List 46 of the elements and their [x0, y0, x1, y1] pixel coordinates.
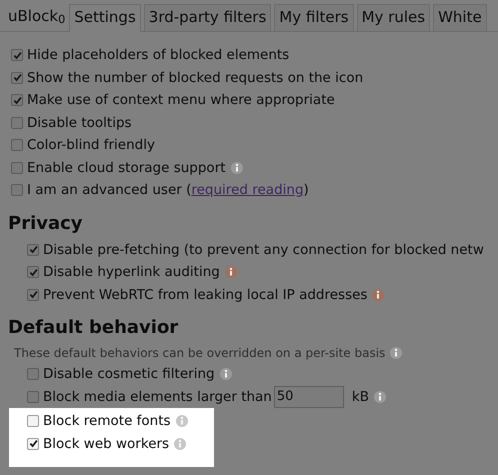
option-label: Hide placeholders of blocked elements	[27, 46, 290, 66]
option-label: Disable hyperlink auditing	[43, 263, 220, 282]
section-heading: Privacy	[8, 212, 84, 236]
tab[interactable]: My filters	[274, 4, 354, 31]
option-label: Block media elements larger than	[43, 388, 272, 407]
option-label: Block web workers	[43, 434, 170, 454]
info-icon[interactable]	[224, 266, 237, 278]
checkbox[interactable]	[11, 72, 23, 84]
option-label: Show the number of blocked requests on the icon	[27, 68, 364, 88]
tab[interactable]: White	[433, 4, 487, 31]
tab[interactable]: My rules	[356, 4, 430, 31]
checkbox[interactable]	[27, 266, 39, 278]
option-label: Enable cloud storage support	[27, 158, 226, 178]
checkbox[interactable]	[27, 438, 39, 450]
checkbox[interactable]	[11, 116, 23, 129]
tab[interactable]: 3rd-party filters	[144, 4, 272, 31]
option-label: Make use of context menu where appropriate	[27, 91, 335, 110]
option-label: Block remote fonts	[43, 412, 171, 432]
section-heading: Default behavior	[8, 316, 180, 340]
checkbox[interactable]	[27, 244, 39, 256]
required-reading-link[interactable]: required reading	[191, 182, 304, 198]
option-label: Color-blind friendly	[27, 136, 155, 156]
info-icon[interactable]	[372, 288, 384, 301]
checkbox[interactable]	[11, 49, 23, 62]
option-label: Disable pre-fetching (to prevent any connection for blocked netw	[43, 240, 484, 260]
option-label: Prevent WebRTC from leaking local IP addresses	[43, 286, 368, 305]
section-note: These default behaviors can be overridden on a per-site basis	[14, 345, 386, 362]
tab[interactable]: Settings	[69, 4, 141, 32]
brand-logo-text: uBlock$_{0}$	[7, 6, 66, 28]
checkbox[interactable]	[27, 368, 39, 380]
option-label: I am an advanced user (required reading)	[27, 181, 309, 200]
info-icon[interactable]	[220, 368, 232, 380]
option-label: Disable cosmetic filtering	[43, 365, 215, 384]
unit-label: kB	[352, 388, 369, 407]
option-label: Disable tooltips	[27, 114, 132, 133]
size-input-field[interactable]: 50	[274, 386, 344, 408]
checkbox[interactable]	[27, 390, 39, 403]
checkbox[interactable]	[27, 415, 39, 428]
checkbox[interactable]	[11, 94, 23, 106]
checkbox[interactable]	[11, 139, 23, 152]
info-icon[interactable]	[390, 347, 402, 359]
checkbox[interactable]	[11, 162, 23, 174]
info-icon[interactable]	[374, 390, 386, 403]
info-icon[interactable]	[230, 162, 243, 174]
checkbox[interactable]	[11, 184, 23, 196]
checkbox[interactable]	[27, 288, 39, 301]
